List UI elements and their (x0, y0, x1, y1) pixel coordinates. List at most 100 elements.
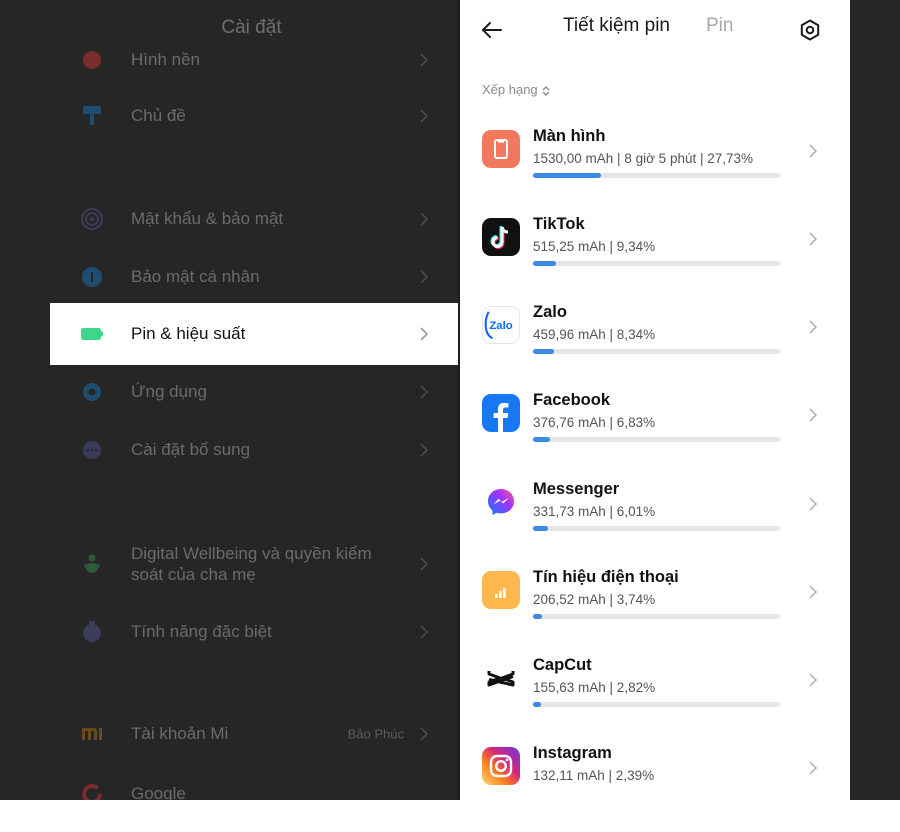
settings-panel: Cài đặt Hình nền Cài đặt Chủ đề Mật khẩu… (0, 0, 458, 800)
app-usage: 1530,00 mAh | 8 giờ 5 phút | 27,73% (533, 151, 754, 166)
settings-item-battery[interactable]: Pin & hiệu suất (50, 303, 458, 365)
usage-bar-fill (533, 173, 602, 178)
usage-bar (533, 614, 780, 619)
google-icon (82, 784, 102, 800)
app-name: Messenger (533, 480, 620, 498)
settings-item-label: Tính năng đặc biệt (131, 622, 272, 641)
theme-brush-icon (83, 106, 101, 125)
settings-item-account[interactable]: Tài khoản Mi Bảo Phúc (50, 706, 458, 762)
sort-label: Xếp hạng (482, 82, 538, 97)
tiktok-icon (482, 218, 520, 256)
settings-item-label: Ứng dụng (131, 382, 207, 401)
app-usage: 132,11 mAh | 2,39% (533, 768, 655, 783)
app-name: Instagram (533, 744, 612, 762)
chevron-right-icon (809, 673, 818, 687)
settings-item-theme[interactable]: Chủ đề (50, 88, 458, 144)
settings-item-label: Cài đặt bổ sung (131, 440, 251, 459)
usage-bar (533, 702, 780, 707)
chevron-right-icon (809, 497, 818, 511)
usage-bar (533, 173, 780, 178)
zalo-icon: Zalo (482, 306, 520, 344)
usage-bar-fill (533, 702, 541, 707)
right-backdrop (850, 0, 900, 800)
sort-updown-icon (542, 85, 550, 96)
chevron-right-icon (809, 585, 818, 599)
app-name: TikTok (533, 215, 585, 233)
settings-item-label: Mật khẩu & bảo mật (131, 209, 284, 228)
settings-item-label: Chủ đề (131, 106, 186, 125)
messenger-icon (482, 483, 520, 521)
battery-icon (81, 328, 103, 340)
mi-logo-icon (82, 728, 102, 740)
chevron-right-icon (809, 408, 818, 422)
app-usage: 155,63 mAh | 2,82% (533, 680, 656, 695)
settings-item-google[interactable]: Google (50, 766, 458, 800)
tab-battery-saver[interactable]: Tiết kiệm pin (563, 15, 670, 37)
app-name: Facebook (533, 391, 611, 409)
battery-panel: Tiết kiệm pin Pin Xếp hạng Màn hình 1530… (460, 0, 850, 800)
app-usage: 515,25 mAh | 9,34% (533, 239, 656, 254)
settings-item-privacy[interactable]: Bảo mật cá nhân (50, 249, 458, 305)
app-row-facebook[interactable]: Facebook 376,76 mAh | 6,83% (460, 391, 850, 479)
settings-item-label: Hình nền (131, 50, 200, 69)
usage-bar-fill (533, 349, 554, 354)
screen-icon (482, 130, 520, 168)
chevron-right-icon (420, 385, 429, 399)
fingerprint-icon (81, 208, 103, 230)
privacy-icon (82, 267, 102, 287)
settings-item-apps[interactable]: Ứng dụng (50, 364, 458, 420)
settings-item-additional[interactable]: Cài đặt bổ sung (50, 422, 458, 478)
app-row-instagram[interactable]: Instagram 132,11 mAh | 2,39% (460, 744, 850, 832)
chevron-right-icon (420, 557, 429, 571)
settings-item-special[interactable]: Tính năng đặc biệt (50, 604, 458, 660)
chevron-right-icon (809, 761, 818, 775)
wellbeing-icon (84, 554, 100, 573)
app-name: Zalo (533, 303, 567, 321)
app-row-messenger[interactable]: Messenger 331,73 mAh | 6,01% (460, 480, 850, 568)
chevron-right-icon (420, 212, 429, 226)
settings-title-overlay: Cài đặt (221, 17, 282, 38)
additional-settings-icon (83, 441, 101, 459)
facebook-icon (482, 394, 520, 432)
app-row-capcut[interactable]: CapCut 155,63 mAh | 2,82% (460, 656, 850, 744)
settings-item-label: Tài khoản Mi (131, 724, 229, 743)
chevron-right-icon (420, 327, 429, 341)
account-name: Bảo Phúc (347, 726, 404, 742)
chevron-right-icon (420, 625, 429, 639)
sort-dropdown[interactable]: Xếp hạng (482, 82, 551, 97)
settings-item-label: Pin & hiệu suất (131, 324, 246, 343)
settings-item-label: Digital Wellbeing và quyền kiểm soát của… (131, 543, 372, 585)
settings-item-wellbeing[interactable]: Digital Wellbeing và quyền kiểm soát của… (50, 536, 458, 592)
cell-signal-icon (482, 571, 520, 609)
usage-bar (533, 437, 780, 442)
settings-gear-icon[interactable] (798, 18, 822, 42)
zalo-icon-text: Zalo (489, 320, 512, 332)
chevron-right-icon (420, 727, 429, 741)
app-usage: 206,52 mAh | 3,74% (533, 592, 656, 607)
settings-item-label-line2: soát của cha mẹ (131, 565, 256, 584)
back-arrow-icon[interactable] (480, 18, 504, 42)
special-features-icon (83, 621, 101, 642)
chevron-right-icon (809, 144, 818, 158)
chevron-right-icon (420, 109, 429, 123)
app-name: Tín hiệu điện thoại (533, 568, 679, 586)
instagram-icon (482, 747, 520, 785)
app-usage: 376,76 mAh | 6,83% (533, 415, 656, 430)
usage-bar (533, 261, 780, 266)
chevron-right-icon (420, 270, 429, 284)
app-row-zalo[interactable]: Zalo Zalo 459,96 mAh | 8,34% (460, 303, 850, 391)
capcut-icon (482, 659, 520, 697)
settings-item-password[interactable]: Mật khẩu & bảo mật (50, 191, 458, 247)
app-row-cell-signal[interactable]: Tín hiệu điện thoại 206,52 mAh | 3,74% (460, 568, 850, 656)
tab-battery[interactable]: Pin (706, 15, 733, 37)
app-row-tiktok[interactable]: TikTok 515,25 mAh | 9,34% (460, 215, 850, 303)
usage-bar-fill (533, 261, 557, 266)
chevron-right-icon (420, 53, 429, 67)
app-row-screen[interactable]: Màn hình 1530,00 mAh | 8 giờ 5 phút | 27… (460, 127, 850, 215)
chevron-right-icon (420, 443, 429, 457)
usage-bar-fill (533, 526, 548, 531)
settings-item-label: Bảo mật cá nhân (131, 267, 260, 286)
usage-bar (533, 526, 780, 531)
settings-item-label-line1: Digital Wellbeing và quyền kiểm (131, 544, 372, 563)
apps-gear-icon (83, 383, 101, 401)
